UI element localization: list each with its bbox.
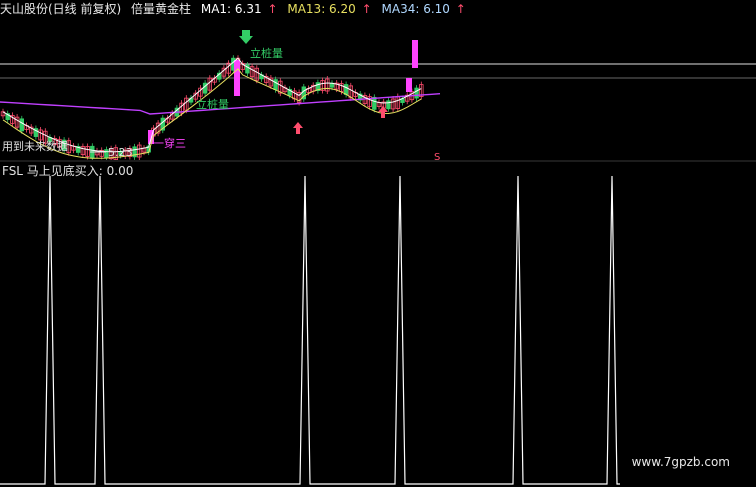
- watermark: www.7gpzb.com: [631, 455, 730, 469]
- annotation-zhizhuangliang-top: 立桩量: [250, 46, 283, 60]
- fsl-series-line: [0, 175, 620, 485]
- annotation-low-price: 5.23: [108, 146, 133, 159]
- ma34-label: MA34: 6.10: [381, 2, 450, 16]
- ma1-label: MA1: 6.31: [200, 2, 262, 16]
- indicator-label: FSL 马上见底买入: 0.00: [2, 164, 134, 178]
- ma1-arrow: ↑: [267, 2, 278, 16]
- stock-title: 天山股份(日线 前复权): [0, 2, 122, 16]
- gold-bar: [406, 78, 412, 92]
- ma34-arrow: ↑: [455, 2, 466, 16]
- buy-arrow-icon: [239, 30, 253, 44]
- gold-bar: [234, 60, 240, 96]
- ma13-arrow: ↑: [361, 2, 372, 16]
- indicator-name: 倍量黄金柱: [131, 2, 192, 16]
- annotation-s-marker: S: [434, 152, 440, 160]
- indicator-panel: FSL 马上见底买入: 0.00 www.7gpzb.com: [0, 162, 756, 487]
- gold-bar: [412, 40, 418, 68]
- up-arrow-icon: [293, 122, 303, 134]
- price-header: 天山股份(日线 前复权) 倍量黄金柱 MA1: 6.31 ↑ MA13: 6.2…: [0, 0, 472, 18]
- annotation-zhizhuangliang-mid: 立桩量: [196, 97, 229, 111]
- ma13-label: MA13: 6.20: [287, 2, 356, 16]
- annotation-future-data: 用到未来数据: [2, 139, 68, 153]
- price-panel: 天山股份(日线 前复权) 倍量黄金柱 MA1: 6.31 ↑ MA13: 6.2…: [0, 0, 756, 160]
- price-chart: 立桩量 立桩量 用到未来数据 5.23 一穿三 S: [0, 30, 756, 160]
- indicator-header: FSL 马上见底买入: 0.00: [2, 162, 139, 180]
- annotation-yichuansan: 一穿三: [153, 136, 186, 150]
- fsl-chart: [0, 175, 620, 485]
